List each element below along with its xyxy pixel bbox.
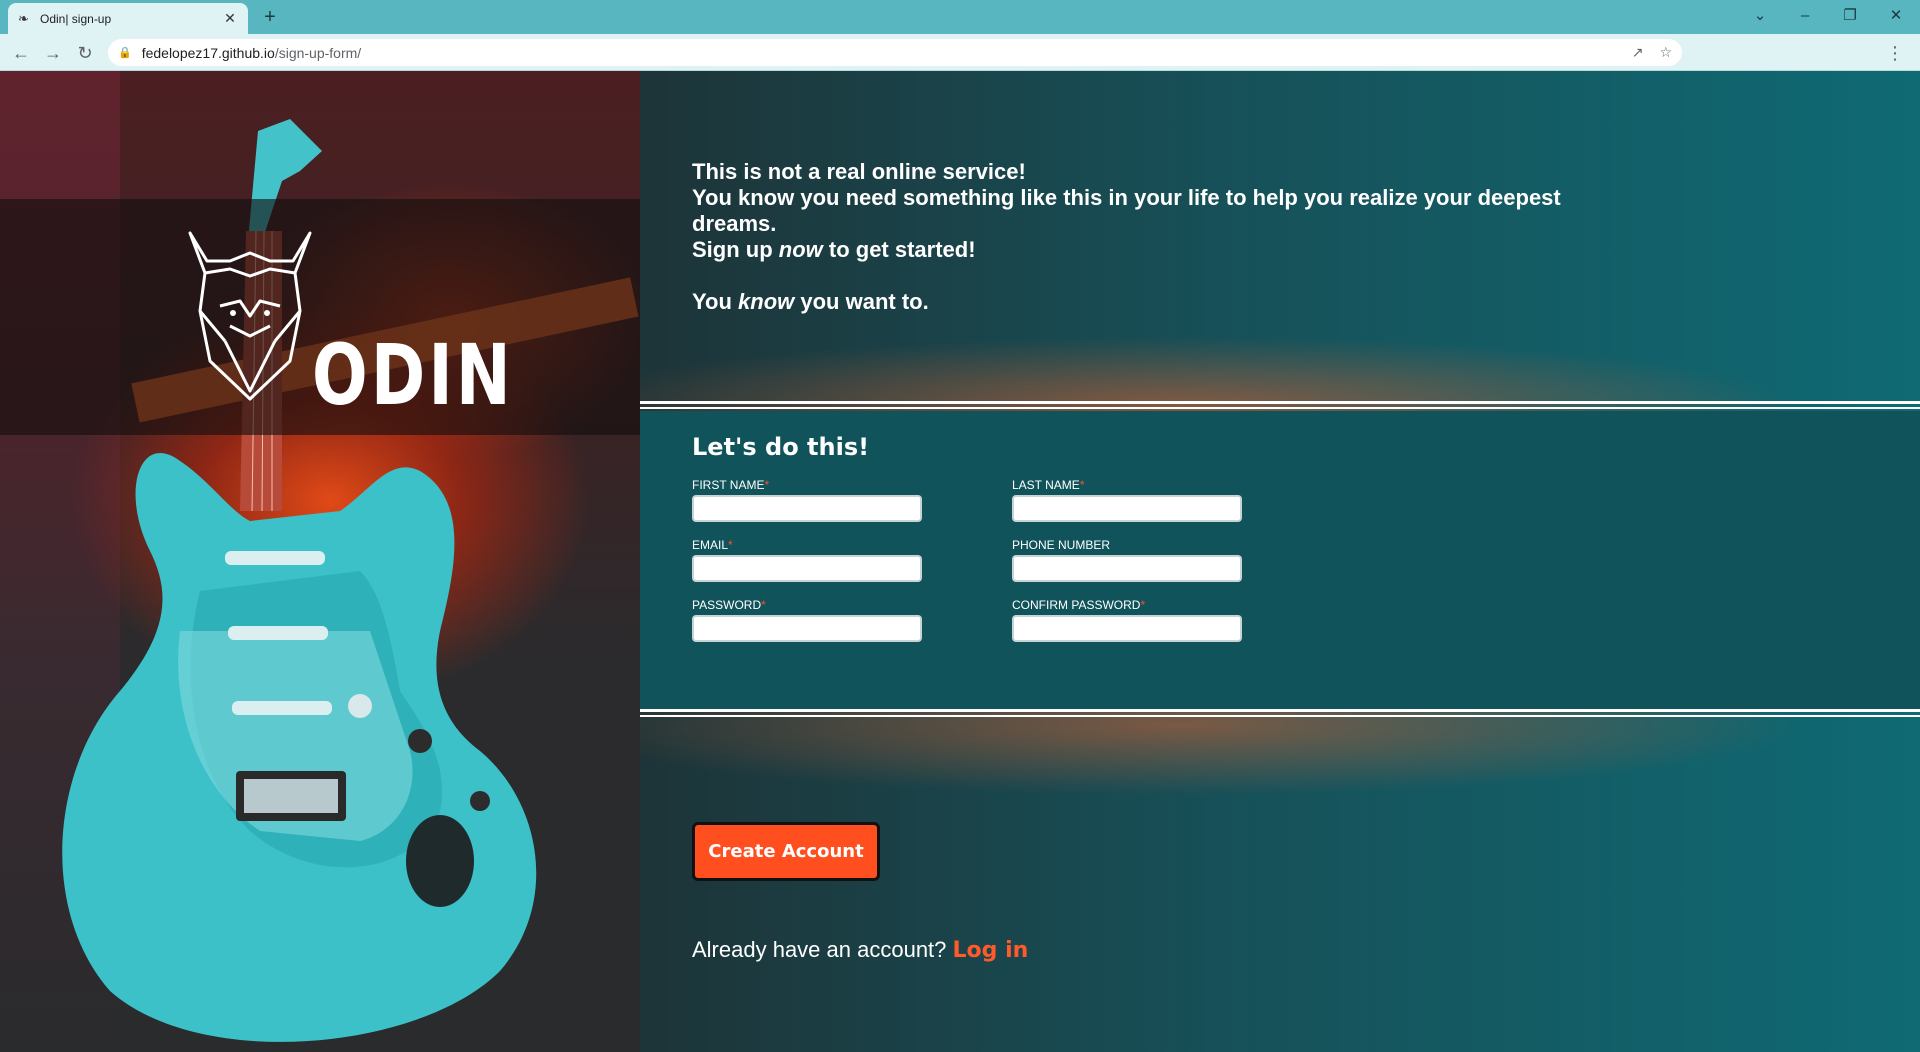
browser-toolbar: ← → ↻ 🔒 fedelopez17.github.io/sign-up-fo… <box>0 34 1920 71</box>
tab-title: Odin| sign-up <box>40 11 112 26</box>
close-tab-icon[interactable]: ✕ <box>222 10 238 27</box>
tab-search-chevron-icon[interactable]: ⌄ <box>1740 4 1780 28</box>
password-label: PASSWORD* <box>692 598 766 612</box>
create-account-button[interactable]: Create Account <box>692 822 880 881</box>
intro-text: This is not a real online service! You k… <box>692 159 1592 315</box>
bookmark-star-icon[interactable]: ☆ <box>1659 44 1672 61</box>
top-divider <box>640 401 1920 404</box>
phone-label: PHONE NUMBER <box>1012 538 1111 552</box>
page-viewport: ODIN This is not a real online service! … <box>0 71 1920 1052</box>
password-input[interactable] <box>692 615 922 642</box>
logo-wordmark: ODIN <box>312 326 514 424</box>
share-icon[interactable]: ↗ <box>1632 44 1644 61</box>
first-name-input[interactable] <box>692 495 922 522</box>
lock-icon[interactable]: 🔒 <box>118 46 132 59</box>
back-arrow-icon[interactable]: ← <box>8 40 34 66</box>
feather-icon: ❧ <box>18 10 29 26</box>
login-prompt: Already have an account? Log in <box>692 937 1028 963</box>
confirm-password-input[interactable] <box>1012 615 1242 642</box>
new-tab-button[interactable]: + <box>258 5 282 29</box>
confirm-password-group: CONFIRM PASSWORD* <box>1012 598 1242 642</box>
viking-logo-icon <box>188 231 312 401</box>
browser-tab-strip: ❧ Odin| sign-up ✕ + ⌄ – ❐ ✕ <box>0 0 1920 34</box>
bottom-divider-thin <box>640 715 1920 717</box>
login-link[interactable]: Log in <box>953 938 1029 963</box>
close-window-button[interactable]: ✕ <box>1876 4 1916 28</box>
intro-line-1: This is not a real online service! <box>692 159 1026 184</box>
browser-tab[interactable]: ❧ Odin| sign-up ✕ <box>8 3 248 34</box>
reload-icon[interactable]: ↻ <box>72 40 98 66</box>
phone-input[interactable] <box>1012 555 1242 582</box>
form-title: Let's do this! <box>692 433 870 461</box>
bottom-divider <box>640 709 1920 712</box>
browser-menu-icon[interactable]: ⋮ <box>1886 40 1904 66</box>
top-divider-thin <box>640 407 1920 409</box>
password-group: PASSWORD* <box>692 598 922 642</box>
forward-arrow-icon[interactable]: → <box>40 40 66 66</box>
email-input[interactable] <box>692 555 922 582</box>
restore-button[interactable]: ❐ <box>1830 4 1870 28</box>
email-group: EMAIL* <box>692 538 922 582</box>
intro-line-2: You know you need something like this in… <box>692 185 1561 236</box>
last-name-input[interactable] <box>1012 495 1242 522</box>
url-path: /sign-up-form/ <box>274 44 362 61</box>
phone-group: PHONE NUMBER <box>1012 538 1242 582</box>
address-bar[interactable]: 🔒 fedelopez17.github.io/sign-up-form/ ↗ … <box>108 39 1682 66</box>
confirm-password-label: CONFIRM PASSWORD* <box>1012 598 1146 612</box>
hero-image: ODIN <box>0 71 640 1052</box>
intro-line-4: You know you want to. <box>692 289 929 314</box>
first-name-group: FIRST NAME* <box>692 478 922 522</box>
last-name-label: LAST NAME* <box>1012 478 1085 492</box>
intro-line-3: Sign up now to get started! <box>692 237 976 262</box>
minimize-button[interactable]: – <box>1785 4 1825 28</box>
last-name-group: LAST NAME* <box>1012 478 1242 522</box>
first-name-label: FIRST NAME* <box>692 478 770 492</box>
url-host: fedelopez17.github.io <box>141 44 275 61</box>
login-prompt-text: Already have an account? <box>692 937 947 962</box>
email-label: EMAIL* <box>692 538 733 552</box>
